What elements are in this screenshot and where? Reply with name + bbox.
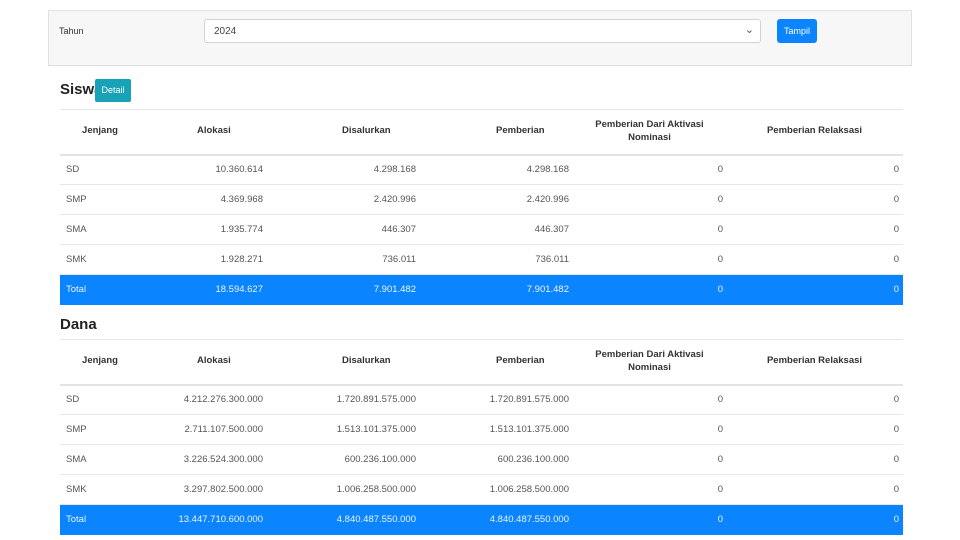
table-cell: 2.420.996: [420, 184, 573, 215]
table-cell: 0: [726, 504, 903, 535]
table-cell: 0: [726, 274, 903, 305]
table-cell: 0: [726, 414, 903, 445]
column-header: Disalurkan: [267, 109, 420, 156]
table-row: SD 10.360.614 4.298.168 4.298.168 0 0: [60, 154, 903, 185]
table-row: SMK 3.297.802.500.000 1.006.258.500.000 1.0…: [60, 474, 903, 505]
table-row: SD 4.212.276.300.000 1.720.891.575.000 1.72…: [60, 384, 903, 415]
table-cell: 0: [573, 444, 726, 475]
table-cell: 1.006.258.500.000: [420, 474, 573, 505]
table-cell: 446.307: [267, 214, 420, 245]
table-row: SMA 1.935.774 446.307 446.307 0 0: [60, 214, 903, 245]
table-cell: 7.901.482: [420, 274, 573, 305]
table-cell: 0: [726, 214, 903, 245]
table-cell: 446.307: [420, 214, 573, 245]
siswa-table: Jenjang Alokasi Disalurkan Pemberian Pemberi…: [60, 109, 903, 305]
table-cell: 736.011: [420, 244, 573, 275]
table-cell: 3.297.802.500.000: [140, 474, 267, 505]
table-cell: 3.226.524.300.000: [140, 444, 267, 475]
table-cell: Total: [60, 274, 140, 305]
table-row: SMK 1.928.271 736.011 736.011 0 0: [60, 244, 903, 275]
column-header: Alokasi: [140, 109, 267, 156]
table-cell: 10.360.614: [140, 154, 267, 185]
table-cell: 0: [726, 244, 903, 275]
detail-button[interactable]: Detail: [95, 79, 131, 102]
table-cell: 7.901.482: [267, 274, 420, 305]
column-header: Pemberian Dari Aktivasi Nominasi: [573, 109, 726, 156]
table-header-row: Jenjang Alokasi Disalurkan Pemberian Pemberi…: [60, 339, 903, 386]
column-header: Pemberian Relaksasi: [726, 339, 903, 386]
table-cell: SMK: [60, 244, 140, 275]
table-cell: 0: [726, 184, 903, 215]
table-cell: SMP: [60, 184, 140, 215]
table-cell: SMA: [60, 444, 140, 475]
table-row: SMP 4.369.968 2.420.996 2.420.996 0 0: [60, 184, 903, 215]
column-header: Pemberian Dari Aktivasi Nominasi: [573, 339, 726, 386]
table-cell: 4.212.276.300.000: [140, 384, 267, 415]
table-cell: 736.011: [267, 244, 420, 275]
column-header: Pemberian: [420, 109, 573, 156]
table-cell: 1.935.774: [140, 214, 267, 245]
table-cell: 1.928.271: [140, 244, 267, 275]
table-cell: 4.840.487.550.000: [420, 504, 573, 535]
table-cell: SMA: [60, 214, 140, 245]
chevron-down-icon: ⌄: [744, 24, 754, 36]
table-cell: 2.420.996: [267, 184, 420, 215]
table-total-row: Total 18.594.627 7.901.482 7.901.482 0 0: [60, 274, 903, 305]
column-header: Disalurkan: [267, 339, 420, 386]
table-cell: 4.298.168: [420, 154, 573, 185]
table-cell: SMK: [60, 474, 140, 505]
table-cell: 1.513.101.375.000: [420, 414, 573, 445]
year-select[interactable]: 2024 ⌄: [204, 19, 761, 43]
column-header: Alokasi: [140, 339, 267, 386]
table-cell: 1.720.891.575.000: [420, 384, 573, 415]
table-cell: 0: [726, 474, 903, 505]
table-cell: 0: [726, 384, 903, 415]
year-label: Tahun: [59, 26, 84, 36]
table-cell: 4.369.968: [140, 184, 267, 215]
table-row: SMP 2.711.107.500.000 1.513.101.375.000 1.5…: [60, 414, 903, 445]
table-header-row: Jenjang Alokasi Disalurkan Pemberian Pemberi…: [60, 109, 903, 156]
table-cell: 600.236.100.000: [267, 444, 420, 475]
table-cell: 4.840.487.550.000: [267, 504, 420, 535]
year-select-value: 2024: [214, 26, 237, 37]
table-cell: 0: [573, 214, 726, 245]
column-header: Pemberian Relaksasi: [726, 109, 903, 156]
table-cell: 0: [573, 274, 726, 305]
table-cell: 0: [573, 474, 726, 505]
table-row: SMA 3.226.524.300.000 600.236.100.000 600.2…: [60, 444, 903, 475]
table-cell: 0: [573, 504, 726, 535]
dana-table: Jenjang Alokasi Disalurkan Pemberian Pemberi…: [60, 339, 903, 535]
column-header: Jenjang: [60, 339, 140, 386]
table-cell: 18.594.627: [140, 274, 267, 305]
table-cell: 600.236.100.000: [420, 444, 573, 475]
table-cell: 0: [573, 384, 726, 415]
table-cell: 2.711.107.500.000: [140, 414, 267, 445]
table-cell: SD: [60, 384, 140, 415]
column-header: Jenjang: [60, 109, 140, 156]
column-header: Pemberian: [420, 339, 573, 386]
table-cell: 13.447.710.600.000: [140, 504, 267, 535]
filter-bar: Tahun 2024 ⌄ Tampil: [48, 10, 912, 66]
table-cell: 1.720.891.575.000: [267, 384, 420, 415]
table-cell: 0: [573, 414, 726, 445]
table-cell: 4.298.168: [267, 154, 420, 185]
table-cell: Total: [60, 504, 140, 535]
table-cell: 1.513.101.375.000: [267, 414, 420, 445]
table-cell: 0: [573, 154, 726, 185]
table-cell: 0: [726, 444, 903, 475]
table-cell: SD: [60, 154, 140, 185]
tampil-button[interactable]: Tampil: [777, 19, 817, 43]
dana-title: Dana: [60, 316, 97, 333]
table-cell: 0: [573, 244, 726, 275]
table-cell: 0: [726, 154, 903, 185]
table-cell: 0: [573, 184, 726, 215]
table-total-row: Total 13.447.710.600.000 4.840.487.550.000…: [60, 504, 903, 535]
table-cell: 1.006.258.500.000: [267, 474, 420, 505]
table-cell: SMP: [60, 414, 140, 445]
